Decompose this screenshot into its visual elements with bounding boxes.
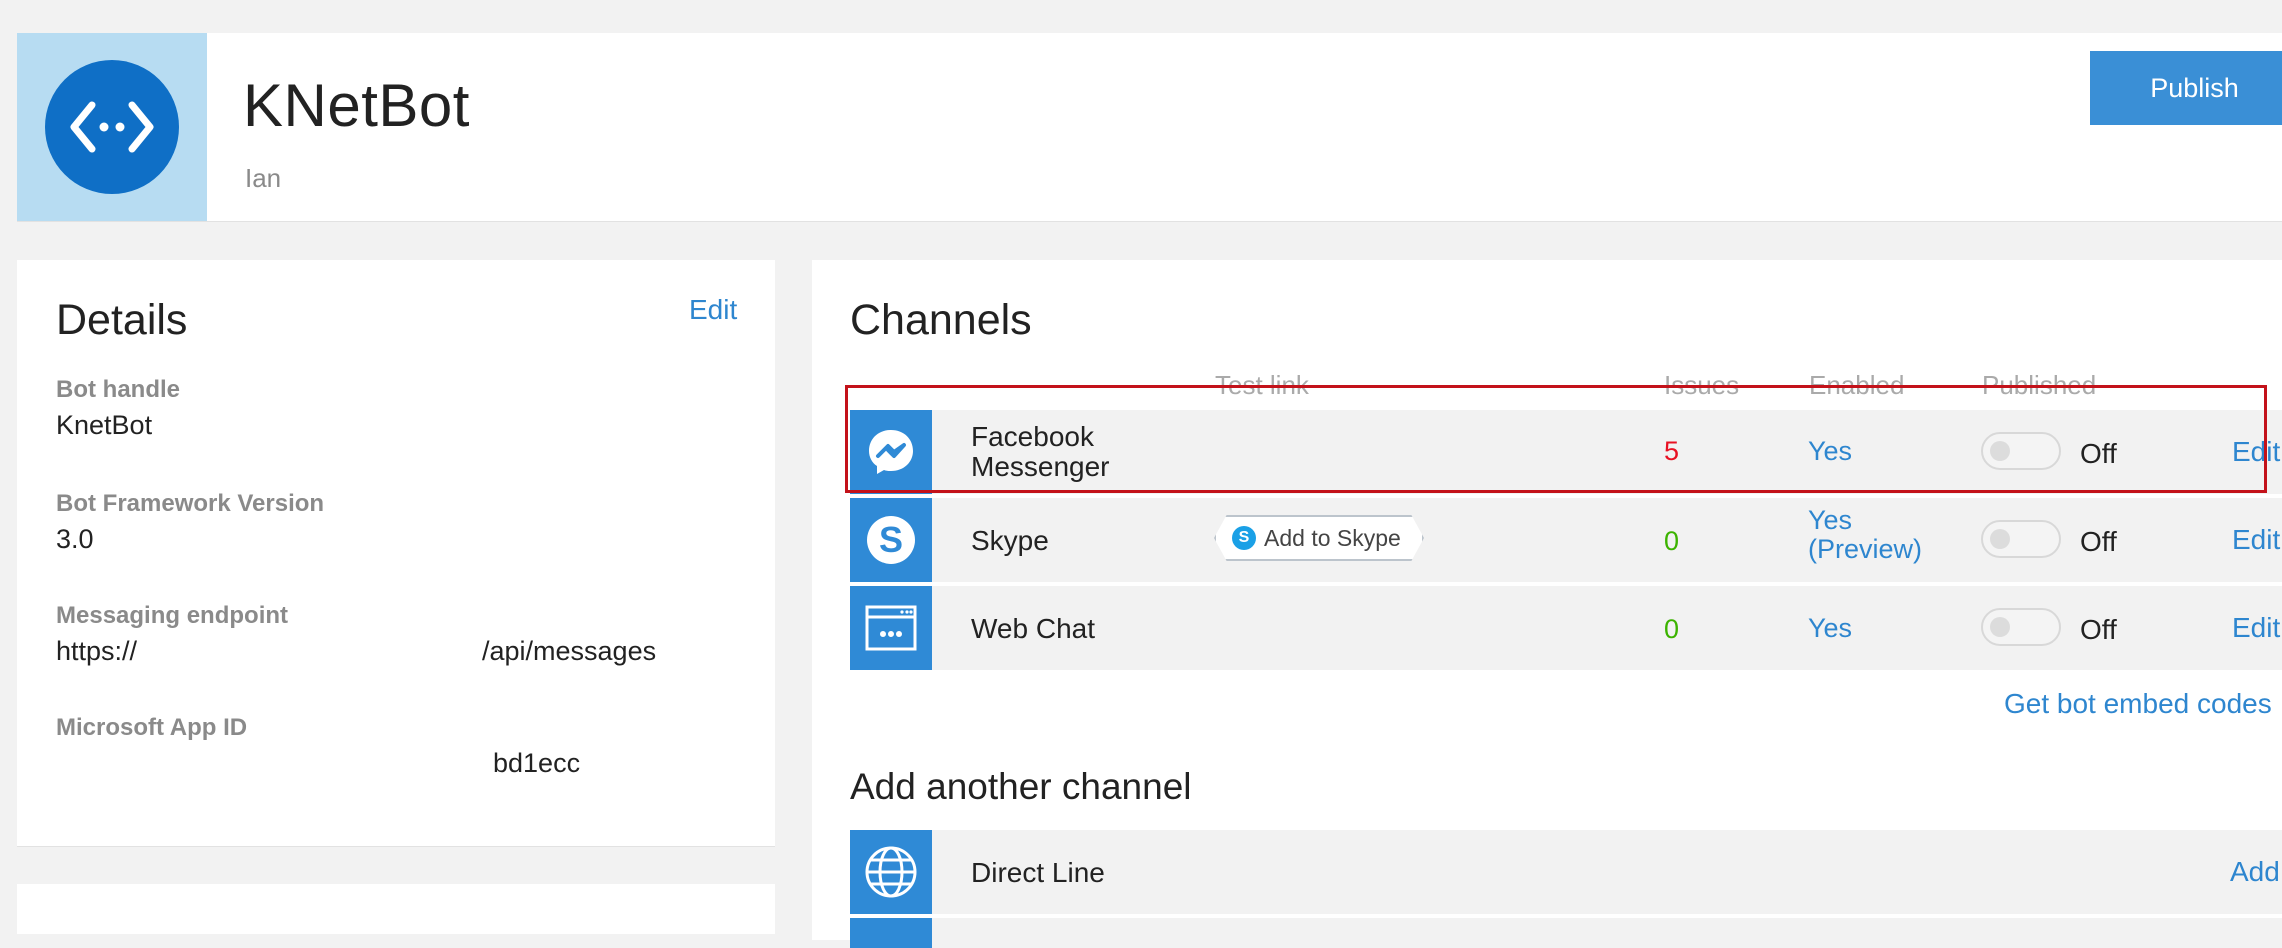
add-channel-title: Add another channel	[850, 766, 1192, 807]
bot-handle-label: Bot handle	[56, 376, 180, 403]
bot-handle-value: KnetBot	[56, 410, 153, 440]
channels-card: Channels Test link Issues Enabled Publis…	[812, 260, 2282, 948]
channel-edit-link[interactable]: Edit	[2232, 436, 2280, 468]
publish-button[interactable]: Publish	[2090, 51, 2282, 125]
messaging-endpoint-value-start: https://	[56, 636, 138, 666]
channel-enabled[interactable]: Yes	[1808, 614, 1852, 643]
skype-icon: S	[850, 498, 932, 582]
web-chat-icon	[850, 586, 932, 670]
column-test-link: Test link	[1215, 370, 1309, 400]
toggle-knob	[1990, 529, 2010, 549]
channel-issues-count[interactable]: 0	[1664, 526, 1679, 557]
bot-header: KNetBot Ian Publish	[17, 33, 2282, 222]
bot-code-icon	[45, 60, 179, 194]
channel-edit-link[interactable]: Edit	[2232, 524, 2280, 556]
channel-name-line2: Messenger	[971, 451, 1110, 482]
published-status: Off	[2080, 614, 2117, 645]
published-toggle[interactable]	[1981, 608, 2061, 646]
add-to-skype-label: Add to Skype	[1264, 524, 1401, 551]
add-channel-button[interactable]: Add	[2230, 856, 2280, 888]
toggle-knob	[1990, 441, 2010, 461]
channel-name-line1: Web Chat	[971, 613, 1095, 644]
next-channel-icon	[850, 918, 932, 948]
channel-enabled[interactable]: Yes	[1808, 437, 1852, 466]
app-id-value: bd1ecc	[493, 748, 581, 778]
add-channel-row-direct-line: Direct Line Add	[850, 830, 2282, 914]
channel-enabled[interactable]: Yes	[1808, 506, 1852, 535]
column-published: Published	[1982, 370, 2097, 400]
channel-enabled-preview: (Preview)	[1808, 534, 1923, 564]
details-card: Details Edit Bot handle KnetBot Bot Fram…	[17, 260, 775, 847]
published-status: Off	[2080, 438, 2117, 469]
app-id-label: Microsoft App ID	[56, 714, 248, 741]
channel-row-web-chat: Web Chat 0 Yes Off Edit	[850, 586, 2282, 670]
details-edit-link[interactable]: Edit	[689, 294, 737, 326]
channels-title: Channels	[850, 296, 1032, 344]
channel-issues-count[interactable]: 0	[1664, 614, 1679, 645]
published-status: Off	[2080, 526, 2117, 557]
channel-name-line1: Skype	[971, 525, 1049, 556]
next-channel-row	[932, 918, 2282, 948]
published-toggle[interactable]	[1981, 432, 2061, 470]
add-to-skype-button[interactable]: S Add to Skype	[1214, 515, 1424, 561]
svg-text:S: S	[879, 519, 903, 560]
messaging-endpoint-value-end: /api/messages	[482, 636, 657, 666]
channel-name-line1: Facebook	[971, 421, 1094, 452]
channel-row-skype: S Skype 0 Yes (Preview) Off Edit	[850, 498, 2282, 582]
column-issues: Issues	[1664, 370, 1740, 400]
framework-version-value: 3.0	[56, 524, 94, 554]
get-embed-codes-link[interactable]: Get bot embed codes	[2004, 688, 2272, 720]
channel-row-facebook-messenger: Facebook Messenger 5 Yes Off Edit	[850, 410, 2282, 494]
toggle-knob	[1990, 617, 2010, 637]
messaging-endpoint-label: Messaging endpoint	[56, 602, 289, 629]
column-enabled: Enabled	[1809, 370, 1905, 400]
details-title: Details	[56, 296, 188, 344]
bot-title: KNetBot	[243, 72, 470, 139]
skype-mini-icon: S	[1232, 526, 1256, 550]
bot-logo	[17, 33, 207, 221]
framework-version-label: Bot Framework Version	[56, 490, 325, 517]
channel-edit-link[interactable]: Edit	[2232, 612, 2280, 644]
bot-owner: Ian	[245, 163, 282, 193]
secondary-card	[17, 884, 775, 934]
globe-icon	[850, 830, 932, 914]
published-toggle[interactable]	[1981, 520, 2061, 558]
messenger-icon	[850, 410, 932, 494]
channel-issues-count[interactable]: 5	[1664, 436, 1679, 467]
channel-name: Direct Line	[971, 857, 1105, 888]
